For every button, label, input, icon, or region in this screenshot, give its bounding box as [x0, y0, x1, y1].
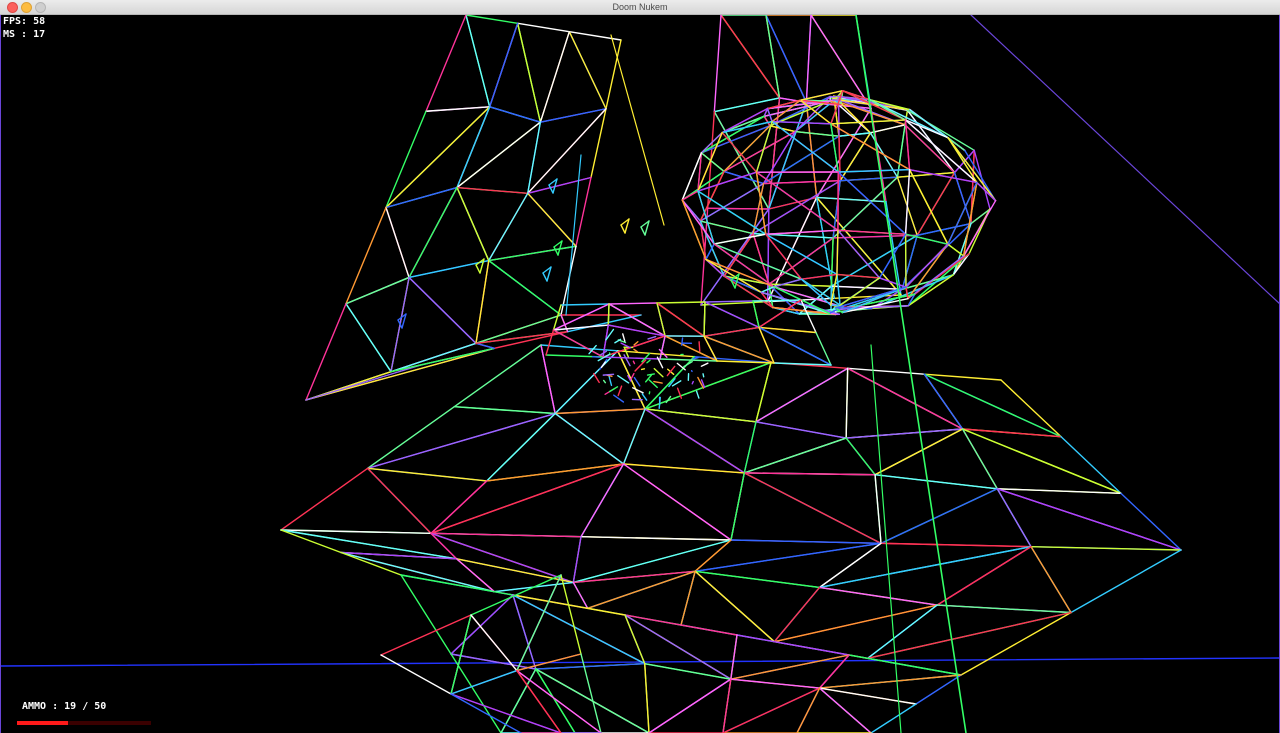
- fps-counter: FPS: 58: [3, 16, 46, 27]
- game-window[interactable]: Doom Nukem FPS: 58 MS : 17 AMMO : 19 / 5…: [0, 0, 1280, 733]
- game-viewport[interactable]: FPS: 58 MS : 17 AMMO : 19 / 50: [0, 15, 1280, 733]
- window-title: Doom Nukem: [612, 2, 668, 12]
- wireframe-scene: [1, 15, 1279, 733]
- title-bar[interactable]: Doom Nukem: [0, 0, 1280, 15]
- ammo-counter: AMMO : 19 / 50: [22, 701, 107, 712]
- ammo-bar: [17, 721, 151, 725]
- frame-time-counter: MS : 17: [3, 29, 46, 40]
- ammo-bar-fill: [17, 721, 68, 725]
